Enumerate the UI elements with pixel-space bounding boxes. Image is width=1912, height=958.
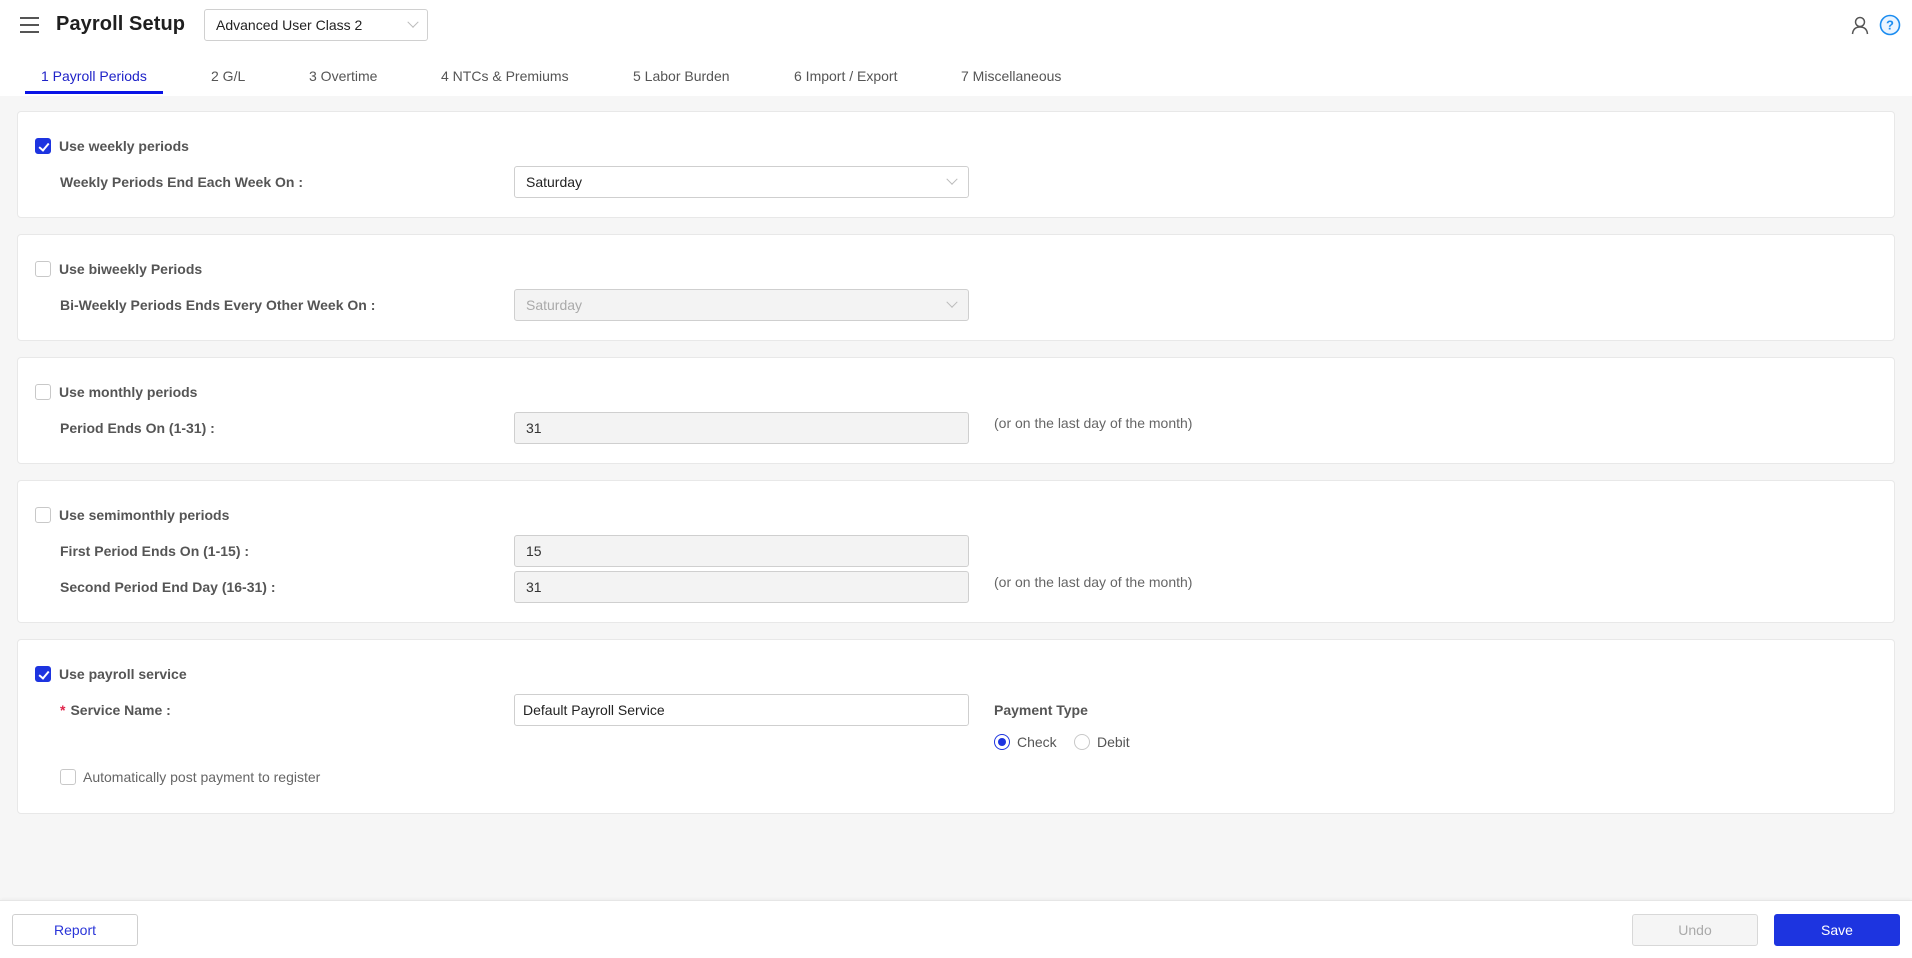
save-button[interactable]: Save [1774,914,1900,946]
top-bar: Payroll Setup Advanced User Class 2 ? 1 … [0,0,1912,96]
weekly-periods-panel: Use weekly periods Weekly Periods End Ea… [17,111,1895,218]
chevron-down-icon [946,296,958,308]
tab-gl[interactable]: 2 G/L [211,68,245,84]
weekly-end-label: Weekly Periods End Each Week On : [60,174,304,190]
service-name-label-text: Service Name : [70,702,171,718]
tab-overtime[interactable]: 3 Overtime [309,68,377,84]
chevron-down-icon [407,16,419,28]
use-monthly-label: Use monthly periods [59,384,198,400]
first-period-label: First Period Ends On (1-15) : [60,543,250,559]
page-title: Payroll Setup [56,13,186,35]
use-semimonthly-label: Use semimonthly periods [59,507,230,523]
biweekly-periods-panel: Use biweekly Periods Bi-Weekly Periods E… [17,234,1895,341]
weekly-end-select[interactable]: Saturday [514,166,969,198]
report-button[interactable]: Report [12,914,138,946]
auto-post-label: Automatically post payment to register [83,769,321,785]
tab-import-export[interactable]: 6 Import / Export [794,68,897,84]
user-class-select-value: Advanced User Class 2 [216,17,363,33]
second-period-label: Second Period End Day (16-31) : [60,579,276,595]
hamburger-icon[interactable] [20,17,39,33]
tab-bar: 1 Payroll Periods 2 G/L 3 Overtime 4 NTC… [0,62,1912,96]
service-name-label: * Service Name : [60,702,171,718]
semimonthly-note: (or on the last day of the month) [994,574,1193,590]
biweekly-end-value: Saturday [526,297,583,313]
required-mark: * [60,702,66,718]
payment-debit-radio[interactable] [1074,734,1090,750]
active-tab-indicator [25,91,163,94]
service-name-input[interactable]: Default Payroll Service [514,694,969,726]
svg-text:?: ? [1886,18,1894,33]
first-period-input[interactable]: 15 [514,535,969,567]
use-weekly-checkbox[interactable] [35,138,51,154]
semimonthly-periods-panel: Use semimonthly periods First Period End… [17,480,1895,623]
weekly-end-value: Saturday [526,174,583,190]
use-biweekly-checkbox[interactable] [35,261,51,277]
use-payroll-service-checkbox[interactable] [35,666,51,682]
use-monthly-checkbox[interactable] [35,384,51,400]
monthly-periods-panel: Use monthly periods Period Ends On (1-31… [17,357,1895,464]
payroll-service-panel: Use payroll service * Service Name : Defa… [17,639,1895,814]
tab-ntcs-premiums[interactable]: 4 NTCs & Premiums [441,68,569,84]
use-biweekly-label: Use biweekly Periods [59,261,203,277]
payment-type-label: Payment Type [994,702,1088,718]
user-class-select[interactable]: Advanced User Class 2 [204,9,428,41]
payment-check-label: Check [1017,734,1057,750]
tab-payroll-periods[interactable]: 1 Payroll Periods [41,68,147,84]
biweekly-end-select[interactable]: Saturday [514,289,969,321]
user-icon[interactable] [1850,15,1870,35]
auto-post-checkbox[interactable] [60,769,76,785]
use-semimonthly-checkbox[interactable] [35,507,51,523]
biweekly-end-label: Bi-Weekly Periods Ends Every Other Week … [60,297,376,313]
undo-button[interactable]: Undo [1632,914,1758,946]
payment-debit-label: Debit [1097,734,1130,750]
second-period-input[interactable]: 31 [514,571,969,603]
tab-labor-burden[interactable]: 5 Labor Burden [633,68,730,84]
monthly-end-input[interactable]: 31 [514,412,969,444]
monthly-note: (or on the last day of the month) [994,415,1193,431]
monthly-end-label: Period Ends On (1-31) : [60,420,215,436]
help-icon[interactable]: ? [1879,14,1901,36]
payment-check-radio[interactable] [994,734,1010,750]
tab-miscellaneous[interactable]: 7 Miscellaneous [961,68,1061,84]
use-payroll-service-label: Use payroll service [59,666,187,682]
chevron-down-icon [946,173,958,185]
footer-bar: Report Undo Save [0,900,1912,958]
use-weekly-label: Use weekly periods [59,138,189,154]
